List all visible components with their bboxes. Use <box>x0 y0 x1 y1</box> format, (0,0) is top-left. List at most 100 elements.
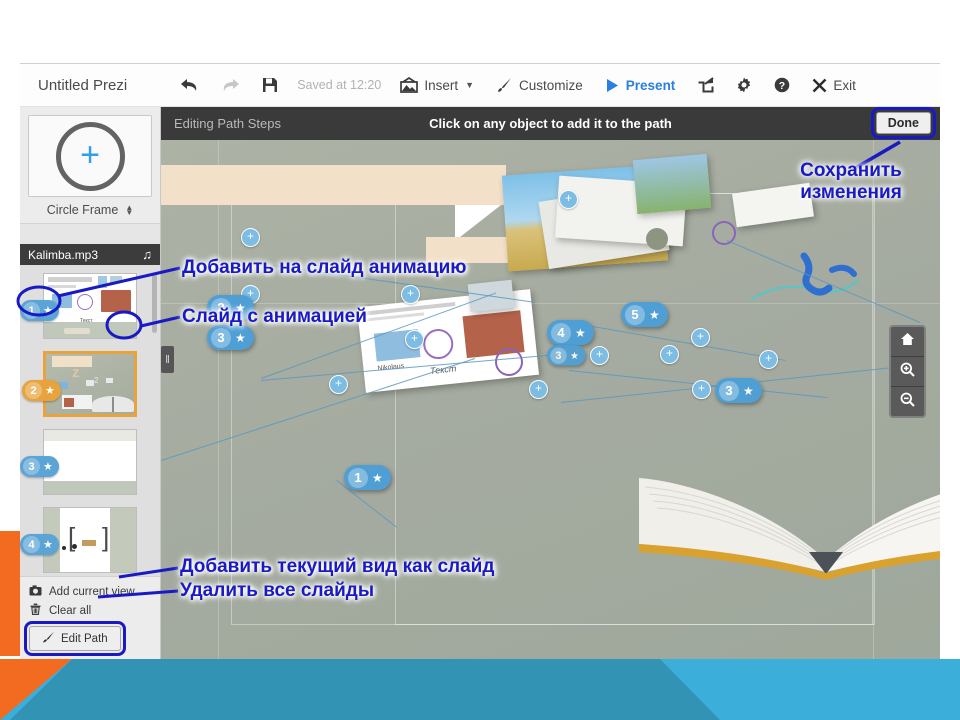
annotation-add-current-view: Добавить текущий вид как слайд <box>180 556 495 577</box>
sidebar-spacer <box>20 224 160 244</box>
add-step-dot[interactable]: + <box>559 190 578 209</box>
list-item[interactable]: Текст 1 ★ <box>20 273 137 339</box>
add-step-dot[interactable]: + <box>759 350 778 369</box>
top-toolbar: Untitled Prezi Saved at 12:20 Insert ▼ C… <box>20 64 940 107</box>
edit-path-button[interactable]: Edit Path <box>24 621 126 656</box>
annotation-delete-all-slides: Удалить все слайды <box>180 580 375 601</box>
redo-button[interactable] <box>210 64 251 107</box>
share-button[interactable] <box>686 64 725 107</box>
thumbnail-number: 3 <box>23 458 40 475</box>
zoom-out-button[interactable] <box>891 387 924 416</box>
save-button[interactable] <box>251 64 289 107</box>
slide-thumbnail-list[interactable]: Текст 1 ★ z 2 2 ★ 3 ★ [] 4 ★ <box>20 265 160 576</box>
settings-button[interactable] <box>725 64 763 107</box>
add-current-view-button[interactable]: Add current view <box>29 582 160 601</box>
edit-path-wrap: Edit Path <box>24 621 160 656</box>
ribbon-shape <box>161 165 506 205</box>
clear-all-label: Clear all <box>49 604 92 617</box>
step-number: 1 <box>348 467 368 488</box>
edit-path-label: Edit Path <box>61 632 108 645</box>
status-badge[interactable]: 2 ★ <box>22 380 61 401</box>
canvas-scribble <box>750 252 859 301</box>
saved-status: Saved at 12:20 <box>297 78 382 92</box>
annotation-slide-with-animation: Слайд с анимацией <box>182 306 367 327</box>
path-editing-bar: Editing Path Steps Click on any object t… <box>161 107 940 140</box>
play-icon <box>605 78 620 93</box>
insert-image-icon <box>400 77 419 93</box>
list-item[interactable]: z 2 2 ★ <box>22 351 137 417</box>
undo-button[interactable] <box>169 64 210 107</box>
add-step-dot[interactable]: + <box>401 285 420 304</box>
present-label: Present <box>625 77 676 93</box>
star-icon: ★ <box>43 305 53 317</box>
star-icon: ★ <box>569 349 579 361</box>
exit-button[interactable]: Exit <box>801 64 867 107</box>
status-badge[interactable]: 3 ★ <box>20 456 59 477</box>
step-number: 3 <box>550 347 567 364</box>
frame-type-select[interactable]: Circle Frame ▲ ▼ <box>28 197 152 217</box>
exit-label: Exit <box>833 77 856 93</box>
canvas-photo-landscape[interactable] <box>632 153 712 215</box>
brush-icon <box>496 77 513 93</box>
pencil-icon <box>42 631 55 646</box>
thumbnail-number: 2 <box>25 382 42 399</box>
frame-type-label: Circle Frame <box>46 203 119 217</box>
add-current-view-label: Add current view <box>49 585 135 598</box>
canvas-dot-marker <box>646 228 668 250</box>
zoom-controls <box>889 325 926 418</box>
path-step-marker[interactable]: 1 ★ <box>344 465 391 490</box>
audio-track-bar[interactable]: Kalimba.mp3 ♫ <box>20 244 160 265</box>
music-note-icon: ♫ <box>142 247 152 262</box>
present-button[interactable]: Present <box>594 64 687 107</box>
customize-button[interactable]: Customize <box>485 64 594 107</box>
star-icon: ★ <box>649 307 660 322</box>
thumbnail-scrollbar[interactable] <box>152 273 157 333</box>
path-step-marker[interactable]: 3 ★ <box>715 378 762 403</box>
help-button[interactable]: ? <box>763 64 801 107</box>
path-step-marker[interactable]: 3 ★ <box>547 345 586 366</box>
path-step-marker[interactable]: 5 ★ <box>621 302 668 327</box>
insert-menu[interactable]: Insert ▼ <box>389 64 485 107</box>
list-item[interactable]: [ ] 4 ★ <box>20 507 137 573</box>
undo-arrow-icon <box>180 77 199 93</box>
clear-all-button[interactable]: Clear all <box>29 601 160 620</box>
thumbnail-number: 4 <box>23 536 40 553</box>
frame-preview[interactable]: + <box>28 115 152 197</box>
zoom-in-button[interactable] <box>891 357 924 387</box>
add-step-dot[interactable]: + <box>329 375 348 394</box>
home-button[interactable] <box>891 327 924 357</box>
star-icon: ★ <box>45 385 55 397</box>
path-step-marker[interactable]: 4 ★ <box>547 320 594 345</box>
step-number: 5 <box>625 304 645 325</box>
floppy-disk-icon <box>262 77 278 93</box>
add-step-dot[interactable]: + <box>691 328 710 347</box>
status-badge[interactable]: 1 ★ <box>20 300 59 321</box>
path-step-marker[interactable]: 3 ★ <box>207 325 254 350</box>
page-title: Untitled Prezi <box>38 76 128 94</box>
spinner-arrows-icon: ▲ ▼ <box>125 203 134 217</box>
sidebar-collapse-handle[interactable]: ‖ <box>161 346 174 373</box>
add-step-dot[interactable]: + <box>660 345 679 364</box>
sidebar-actions: Add current view Clear all Edit Path <box>20 576 160 659</box>
add-step-dot[interactable]: + <box>529 380 548 399</box>
customize-label: Customize <box>519 77 583 93</box>
zoom-out-icon <box>900 392 915 412</box>
ribbon-tail-shape <box>455 205 501 241</box>
canvas-circle-marker <box>495 348 523 376</box>
step-number: 3 <box>211 327 231 348</box>
add-step-dot[interactable]: + <box>405 330 424 349</box>
add-step-dot[interactable]: + <box>692 380 711 399</box>
star-icon: ★ <box>235 330 246 345</box>
star-icon: ★ <box>743 383 754 398</box>
close-icon <box>812 78 827 93</box>
done-button[interactable]: Done <box>870 107 937 139</box>
circle-frame-icon: + <box>55 121 125 191</box>
status-badge[interactable]: 4 ★ <box>20 534 59 555</box>
left-sidebar: + Circle Frame ▲ ▼ Kalimba.mp3 ♫ Текст 1… <box>20 107 161 659</box>
add-step-dot[interactable]: + <box>590 346 609 365</box>
add-step-dot[interactable]: + <box>241 228 260 247</box>
star-icon: ★ <box>575 325 586 340</box>
share-icon <box>697 77 714 93</box>
list-item[interactable]: 3 ★ <box>20 429 137 495</box>
zoom-in-icon <box>900 362 915 382</box>
